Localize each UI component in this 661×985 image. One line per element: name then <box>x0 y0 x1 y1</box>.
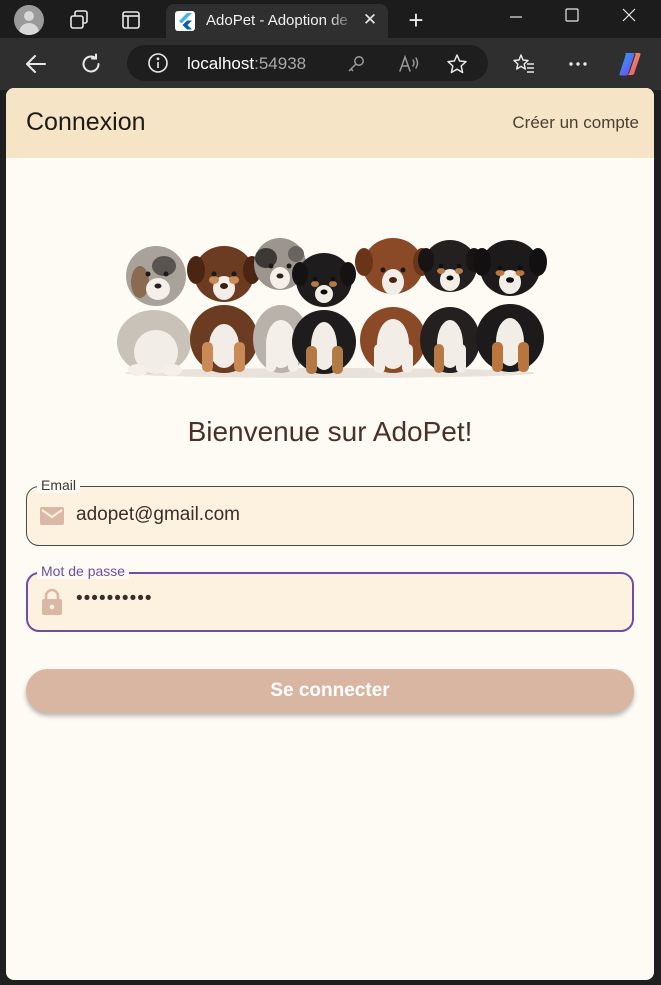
address-bar[interactable]: localhost:54938 <box>127 45 488 81</box>
flutter-logo-icon <box>175 11 195 31</box>
profile-avatar-icon[interactable] <box>14 5 44 35</box>
browser-toolbar: localhost:54938 <box>0 38 661 90</box>
tab-actions-icon[interactable] <box>118 7 144 33</box>
favorite-star-icon[interactable] <box>445 52 469 76</box>
email-label: Email <box>37 477 81 493</box>
password-label: Mot de passe <box>37 563 130 579</box>
read-aloud-icon[interactable] <box>397 53 421 75</box>
email-input[interactable]: adopet@gmail.com <box>76 504 240 526</box>
welcome-heading: Bienvenue sur AdoPet! <box>187 416 473 447</box>
new-tab-button[interactable]: + <box>402 5 430 35</box>
email-field[interactable]: Email adopet@gmail.com <box>26 477 634 546</box>
minimize-icon[interactable] <box>504 6 528 28</box>
mail-icon <box>39 503 65 529</box>
tab-close-icon[interactable]: ✕ <box>360 10 380 30</box>
lock-icon <box>39 588 65 615</box>
page-title: Connexion <box>26 108 146 136</box>
login-button[interactable]: Se connecter <box>26 669 634 713</box>
more-options-icon[interactable] <box>565 51 591 77</box>
create-account-link[interactable]: Créer un compte <box>512 113 639 133</box>
refresh-icon[interactable] <box>78 51 104 77</box>
browser-tab-bar: AdoPet - Adoption de ✕ + <box>0 0 661 38</box>
maximize-icon[interactable] <box>560 4 584 26</box>
password-field[interactable]: Mot de passe •••••••••• <box>26 563 634 632</box>
browser-tab-active[interactable]: AdoPet - Adoption de ✕ <box>166 4 388 38</box>
back-arrow-icon[interactable] <box>22 51 50 77</box>
puppies-image <box>106 234 554 380</box>
app-bar: Connexion Créer un compte <box>6 88 654 158</box>
tab-title: AdoPet - Adoption de <box>206 12 348 29</box>
app-window: Connexion Créer un compte Bienvenue sur … <box>6 88 654 980</box>
address-url: localhost:54938 <box>187 54 307 73</box>
copilot-icon[interactable] <box>615 50 645 78</box>
workspaces-icon[interactable] <box>66 7 92 33</box>
password-key-icon[interactable] <box>345 53 367 75</box>
password-input[interactable]: •••••••••• <box>76 588 153 610</box>
site-info-icon[interactable] <box>147 52 169 74</box>
window-close-icon[interactable] <box>617 4 641 26</box>
favorites-list-icon[interactable] <box>510 51 538 77</box>
